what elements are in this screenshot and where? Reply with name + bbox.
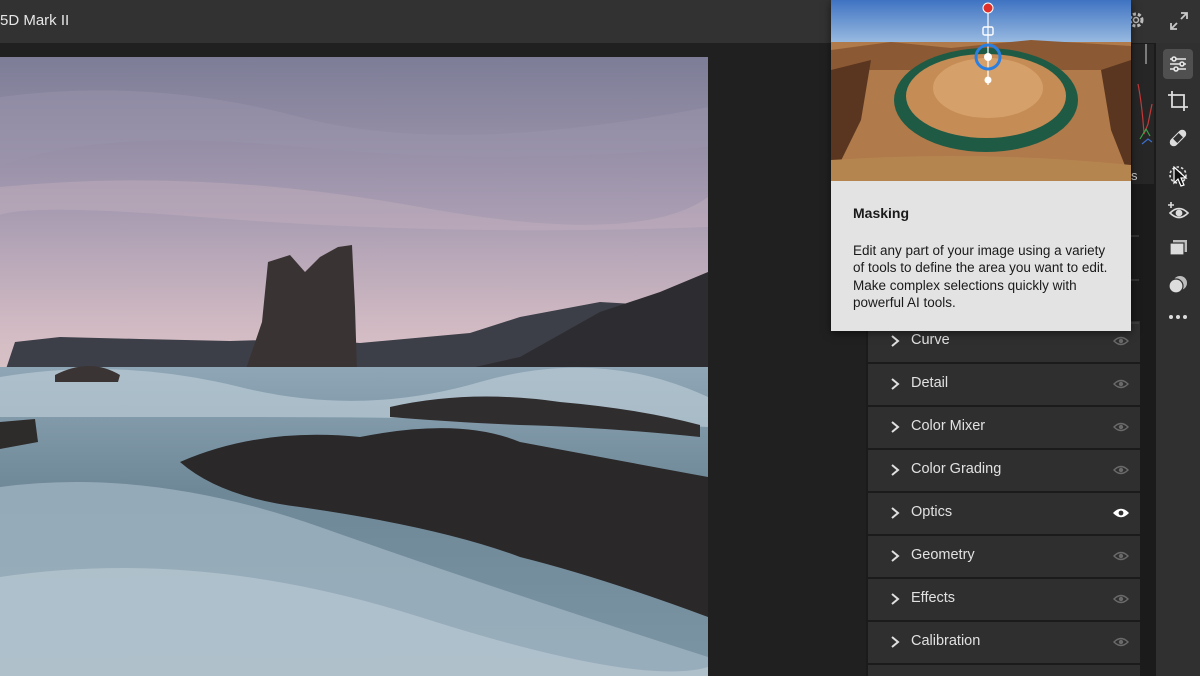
section-label: Color Grading xyxy=(911,461,1002,477)
mouse-cursor-icon xyxy=(1172,165,1188,188)
chevron-right-icon xyxy=(891,550,900,562)
eye-icon[interactable] xyxy=(1113,377,1129,391)
histogram xyxy=(1132,44,1154,184)
section-detail[interactable]: Detail xyxy=(868,364,1140,405)
panel-dividers xyxy=(1131,188,1139,338)
eye-icon[interactable] xyxy=(1113,420,1129,434)
section-effects[interactable]: Effects xyxy=(868,579,1140,620)
presets-icon[interactable] xyxy=(1166,236,1190,260)
tooltip-preview-image xyxy=(831,0,1131,181)
chevron-right-icon xyxy=(891,421,900,433)
eye-icon[interactable] xyxy=(1113,463,1129,477)
tooltip-description: Edit any part of your image using a vari… xyxy=(853,243,1108,310)
seascape-photo xyxy=(0,57,708,676)
red-eye-icon[interactable] xyxy=(1166,199,1190,223)
panel-header-partial: s xyxy=(1131,168,1138,183)
section-label: Calibration xyxy=(911,633,981,649)
versions-icon[interactable] xyxy=(1166,272,1190,296)
section-label: Geometry xyxy=(911,547,975,563)
section-label: Curve xyxy=(911,332,950,348)
chevron-right-icon xyxy=(891,335,900,347)
sliders-icon[interactable] xyxy=(1163,49,1193,79)
tool-strip xyxy=(1156,43,1200,676)
section-label: Detail xyxy=(911,375,949,391)
section-calibration[interactable]: Calibration xyxy=(868,622,1140,663)
crop-icon[interactable] xyxy=(1166,89,1190,113)
bandage-icon[interactable] xyxy=(1166,126,1190,150)
section-color-mixer[interactable]: Color Mixer xyxy=(868,407,1140,448)
section-optics[interactable]: Optics xyxy=(868,493,1140,534)
section-label: Effects xyxy=(911,590,956,606)
eye-icon[interactable] xyxy=(1113,635,1129,649)
section-label: Optics xyxy=(911,504,953,520)
camera-model-label: 5D Mark II xyxy=(0,12,70,29)
eye-icon[interactable] xyxy=(1113,549,1129,563)
eye-icon[interactable] xyxy=(1113,592,1129,606)
eye-icon[interactable] xyxy=(1113,506,1129,520)
expand-icon[interactable] xyxy=(1168,10,1190,32)
chevron-right-icon xyxy=(891,636,900,648)
eye-icon[interactable] xyxy=(1113,334,1129,348)
chevron-right-icon xyxy=(891,464,900,476)
more-icon[interactable] xyxy=(1166,305,1190,329)
tooltip-title: Masking xyxy=(853,205,910,221)
photo-canvas[interactable] xyxy=(0,43,866,676)
masking-tooltip: Masking Edit any part of your image usin… xyxy=(831,0,1131,331)
section-geometry[interactable]: Geometry xyxy=(868,536,1140,577)
section-color-grading[interactable]: Color Grading xyxy=(868,450,1140,491)
section-label: Color Mixer xyxy=(911,418,986,434)
chevron-right-icon xyxy=(891,378,900,390)
section-next-partial xyxy=(868,665,1140,676)
chevron-right-icon xyxy=(891,507,900,519)
chevron-right-icon xyxy=(891,593,900,605)
